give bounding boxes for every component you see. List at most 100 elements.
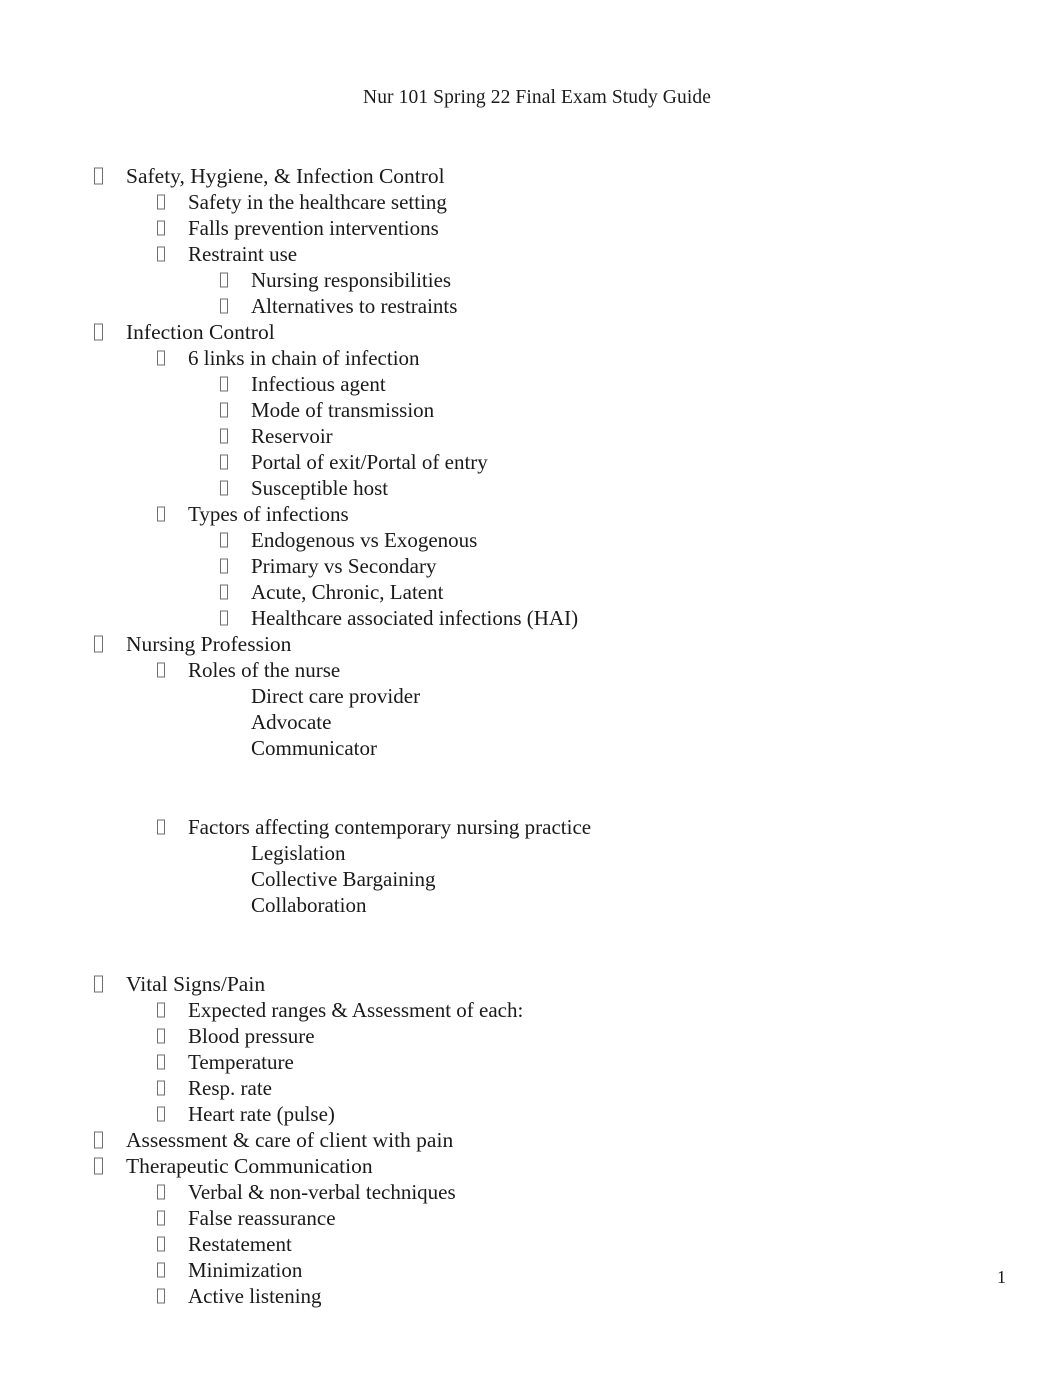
outline-item-label: Restatement xyxy=(188,1232,292,1256)
outline-item-label: Heart rate (pulse) xyxy=(188,1102,335,1126)
document-header: Nur 101 Spring 22 Final Exam Study Guide xyxy=(0,86,1062,110)
bullet-box-icon xyxy=(94,1131,103,1149)
bullet-box-icon xyxy=(220,480,228,496)
outline-item-label: Nursing Profession xyxy=(126,632,292,656)
outline-item-label: Mode of transmission xyxy=(251,398,435,422)
bullet-box-icon xyxy=(220,558,228,574)
outline-item-label: Portal of exit/Portal of entry xyxy=(251,450,488,474)
bullet-box-icon xyxy=(157,1054,165,1070)
outline-item-label: Legislation xyxy=(251,841,346,865)
bullet-box-icon xyxy=(157,819,165,835)
bullet-box-icon xyxy=(157,220,165,236)
outline-item-label: Infectious agent xyxy=(251,372,386,396)
outline-item-level-2: Factors affecting contemporary nursing p… xyxy=(0,814,1062,840)
outline-item-label: Nursing responsibilities xyxy=(251,268,452,292)
outline-item-plain: Direct care provider xyxy=(0,683,1062,709)
outline-item-level-3: Healthcare associated infections (HAI) xyxy=(0,605,1062,631)
outline-item-label: Advocate xyxy=(251,710,332,734)
bullet-box-icon xyxy=(94,975,103,993)
bullet-box-icon xyxy=(157,662,165,678)
bullet-box-icon xyxy=(94,167,103,185)
outline-item-label: Infection Control xyxy=(126,320,275,344)
outline-item-label: Endogenous vs Exogenous xyxy=(251,528,478,552)
outline-spacer xyxy=(0,918,1062,944)
outline-spacer xyxy=(0,761,1062,787)
outline-item-label: Assessment & care of client with pain xyxy=(126,1128,454,1152)
outline-item-level-2: Types of infections xyxy=(0,501,1062,527)
outline-item-level-2: Falls prevention interventions xyxy=(0,215,1062,241)
bullet-box-icon xyxy=(220,376,228,392)
outline-item-label: 6 links in chain of infection xyxy=(188,346,420,370)
bullet-box-icon xyxy=(157,1236,165,1252)
outline-item-label: Types of infections xyxy=(188,502,349,526)
outline-item-level-2: Resp. rate xyxy=(0,1075,1062,1101)
bullet-box-icon xyxy=(220,454,228,470)
bullet-box-icon xyxy=(157,350,165,366)
outline-item-plain: Collective Bargaining xyxy=(0,866,1062,892)
outline-item-label: Primary vs Secondary xyxy=(251,554,437,578)
outline-item-level-3: Primary vs Secondary xyxy=(0,553,1062,579)
outline-item-label: Direct care provider xyxy=(251,684,421,708)
outline-item-level-3: Portal of exit/Portal of entry xyxy=(0,449,1062,475)
outline-item-label: Resp. rate xyxy=(188,1076,272,1100)
outline-item-label: Safety, Hygiene, & Infection Control xyxy=(126,164,445,188)
bullet-box-icon xyxy=(220,584,228,600)
outline-item-label: Alternatives to restraints xyxy=(251,294,458,318)
outline-item-level-1: Infection Control xyxy=(0,319,1062,345)
outline-item-label: Restraint use xyxy=(188,242,298,266)
bullet-box-icon xyxy=(157,1210,165,1226)
outline-item-level-3: Reservoir xyxy=(0,423,1062,449)
outline-item-level-2: Roles of the nurse xyxy=(0,657,1062,683)
outline-item-level-1: Nursing Profession xyxy=(0,631,1062,657)
outline-item-label: Vital Signs/Pain xyxy=(126,972,266,996)
outline-item-level-2: Expected ranges & Assessment of each: xyxy=(0,997,1062,1023)
outline-item-level-2: Restraint use xyxy=(0,241,1062,267)
outline-item-plain: Advocate xyxy=(0,709,1062,735)
outline-item-label: False reassurance xyxy=(188,1206,336,1230)
bullet-box-icon xyxy=(157,1080,165,1096)
outline-item-level-3: Acute, Chronic, Latent xyxy=(0,579,1062,605)
outline-item-label: Collaboration xyxy=(251,893,367,917)
bullet-box-icon xyxy=(157,1028,165,1044)
outline-item-level-3: Alternatives to restraints xyxy=(0,293,1062,319)
outline-item-level-2: False reassurance xyxy=(0,1205,1062,1231)
bullet-box-icon xyxy=(157,506,165,522)
outline-item-label: Acute, Chronic, Latent xyxy=(251,580,444,604)
outline-item-level-1: Vital Signs/Pain xyxy=(0,971,1062,997)
outline-item-level-1: Assessment & care of client with pain xyxy=(0,1127,1062,1153)
bullet-box-icon xyxy=(157,1184,165,1200)
outline-item-label: Reservoir xyxy=(251,424,333,448)
outline-item-label: Factors affecting contemporary nursing p… xyxy=(188,815,592,839)
bullet-box-icon xyxy=(220,402,228,418)
outline-item-label: Susceptible host xyxy=(251,476,389,500)
bullet-box-icon xyxy=(157,246,165,262)
outline-item-label: Verbal & non-verbal techniques xyxy=(188,1180,456,1204)
outline-item-label: Roles of the nurse xyxy=(188,658,341,682)
outline-item-label: Therapeutic Communication xyxy=(126,1154,373,1178)
outline-item-label: Healthcare associated infections (HAI) xyxy=(251,606,579,630)
page-number: 1 xyxy=(997,1267,1006,1287)
outline-item-level-2: Heart rate (pulse) xyxy=(0,1101,1062,1127)
outline-item-level-2: Safety in the healthcare setting xyxy=(0,189,1062,215)
bullet-box-icon xyxy=(94,635,103,653)
outline-item-level-1: Safety, Hygiene, & Infection Control xyxy=(0,163,1062,189)
bullet-box-icon xyxy=(94,1157,103,1175)
outline-item-level-2: Restatement xyxy=(0,1231,1062,1257)
outline-item-level-3: Infectious agent xyxy=(0,371,1062,397)
outline-item-label: Safety in the healthcare setting xyxy=(188,190,447,214)
bullet-box-icon xyxy=(220,428,228,444)
outline-item-label: Communicator xyxy=(251,736,377,760)
outline-item-level-3: Nursing responsibilities xyxy=(0,267,1062,293)
outline-item-label: Expected ranges & Assessment of each: xyxy=(188,998,524,1022)
document-page: Nur 101 Spring 22 Final Exam Study Guide… xyxy=(0,0,1062,1377)
outline-item-level-1: Therapeutic Communication xyxy=(0,1153,1062,1179)
bullet-box-icon xyxy=(157,194,165,210)
outline-item-level-2: Temperature xyxy=(0,1049,1062,1075)
outline-item-level-2: 6 links in chain of infection xyxy=(0,345,1062,371)
bullet-box-icon xyxy=(220,298,228,314)
bullet-box-icon xyxy=(157,1002,165,1018)
outline-item-plain: Communicator xyxy=(0,735,1062,761)
outline-item-level-3: Susceptible host xyxy=(0,475,1062,501)
bullet-box-icon xyxy=(220,532,228,548)
bullet-box-icon xyxy=(220,610,228,626)
